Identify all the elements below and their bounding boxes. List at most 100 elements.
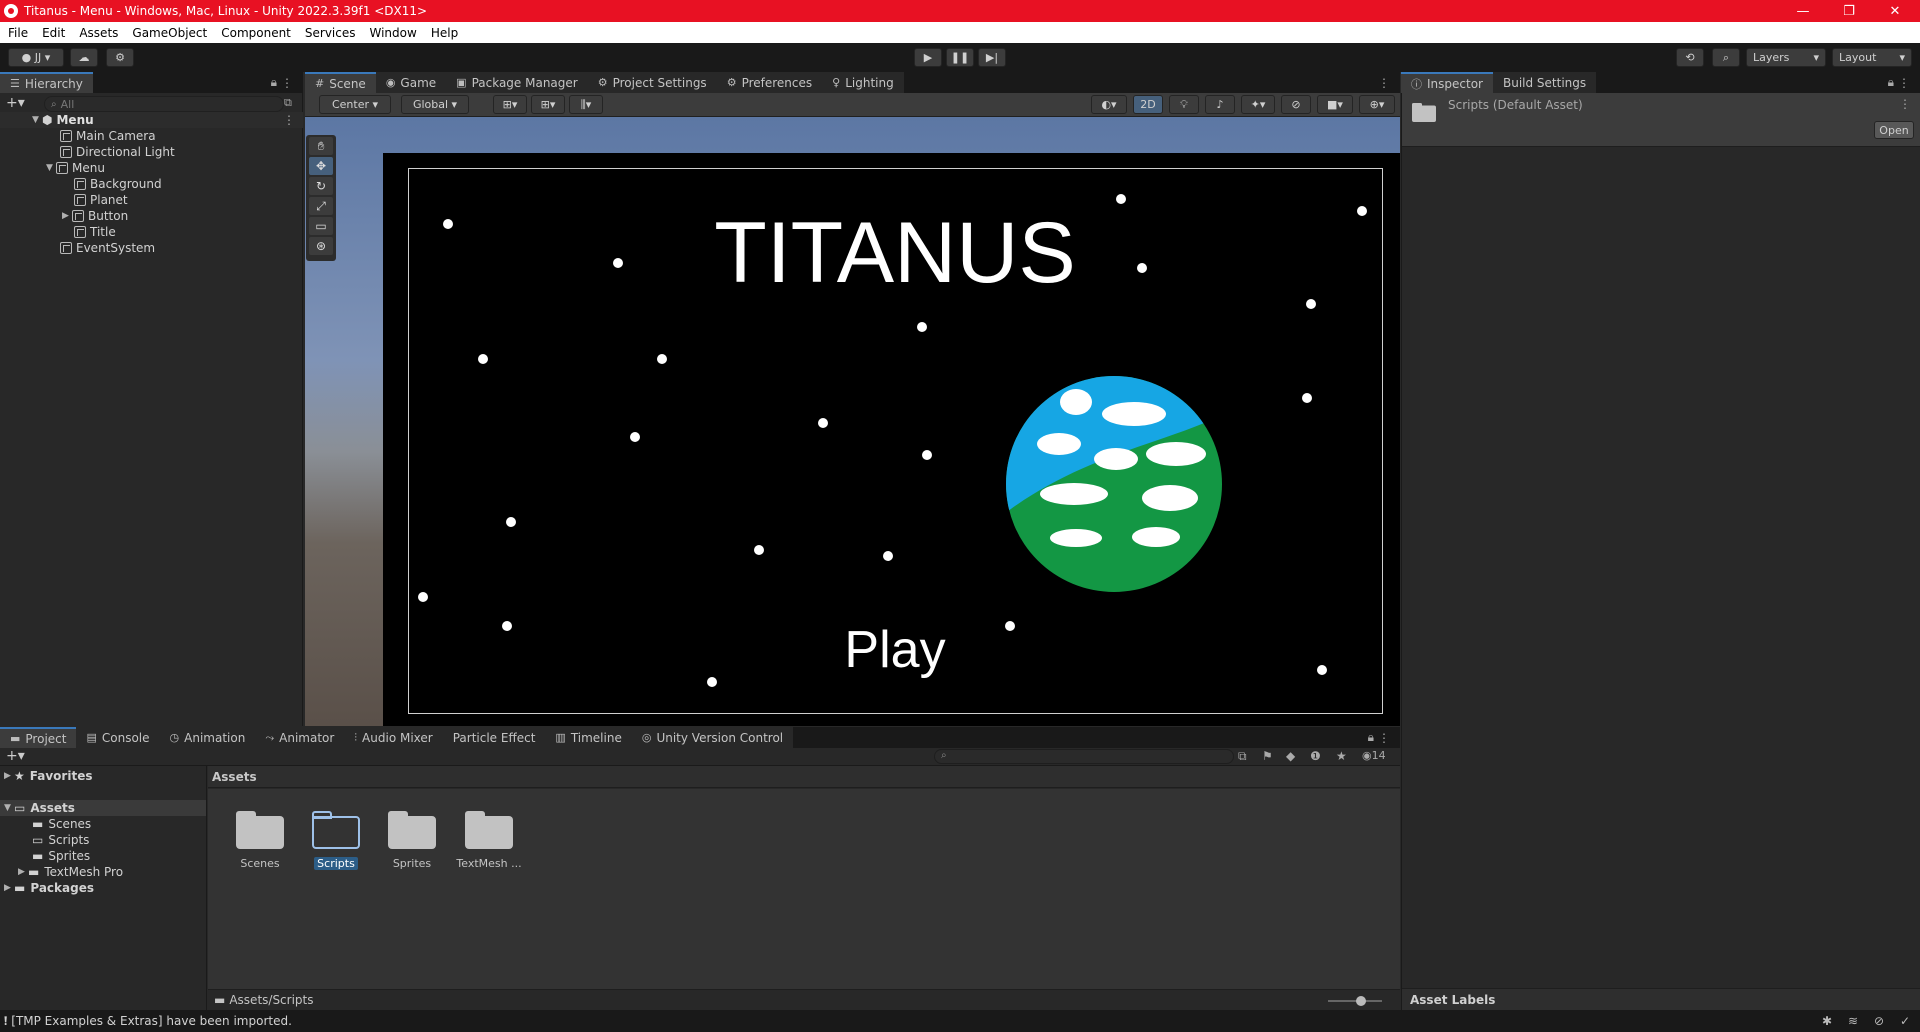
bug-icon[interactable]: ✱ — [1822, 1014, 1832, 1028]
history-icon[interactable]: ⟲ — [1676, 48, 1704, 67]
camera-settings-icon[interactable]: ■▾ — [1317, 95, 1353, 114]
visibility-toggle-icon[interactable]: ⊘ — [1281, 95, 1311, 114]
hierarchy-item-main-camera[interactable]: Main Camera — [60, 128, 156, 144]
cache-icon[interactable]: ≋ — [1848, 1014, 1858, 1028]
lock-icon[interactable]: 🔒︎ — [271, 75, 277, 90]
toggle-2d-button[interactable]: 2D — [1133, 95, 1163, 114]
kebab-menu-icon[interactable]: ⋮ — [1378, 76, 1390, 90]
asset-labels-section[interactable]: Asset Labels — [1402, 988, 1920, 1010]
tab-hierarchy[interactable]: ☰ Hierarchy — [0, 72, 93, 93]
menu-edit[interactable]: Edit — [42, 26, 65, 40]
grid-toggle-button[interactable]: ⊞▾ — [531, 95, 565, 114]
warning-icon[interactable]: ❶ — [1310, 749, 1321, 763]
lock-icon[interactable]: 🔒︎ — [1888, 75, 1894, 90]
tab-timeline[interactable]: ▥ Timeline — [545, 727, 632, 748]
menu-services[interactable]: Services — [305, 26, 356, 40]
hand-tool-icon[interactable]: ✋︎ — [309, 137, 333, 155]
grid-snap-button[interactable]: ⊞▾ — [493, 95, 527, 114]
layout-dropdown[interactable]: Layout ▾ — [1832, 48, 1912, 67]
kebab-menu-icon[interactable]: ⋮ — [281, 76, 293, 90]
audio-toggle-icon[interactable]: ♪ — [1205, 95, 1235, 114]
play-button-text[interactable]: Play — [820, 620, 970, 680]
rotate-tool-icon[interactable]: ↻ — [309, 177, 333, 195]
layers-dropdown[interactable]: Layers ▾ — [1746, 48, 1826, 67]
lock-icon[interactable]: 🔒︎ — [1368, 730, 1374, 745]
tab-animation[interactable]: ◷ Animation — [159, 727, 256, 748]
tab-scene[interactable]: # Scene — [305, 72, 376, 93]
menu-window[interactable]: Window — [370, 26, 417, 40]
filter-type-icon[interactable]: ⚑ — [1262, 749, 1273, 763]
shading-mode-button[interactable]: ◐▾ — [1091, 95, 1127, 114]
kebab-menu-icon[interactable]: ⋮ — [1899, 97, 1911, 111]
project-search-input[interactable]: ⌕ — [934, 749, 1234, 764]
tab-project[interactable]: ▬ Project — [0, 727, 77, 748]
folder-row-scripts[interactable]: ▭ Scripts — [32, 832, 89, 848]
checkmark-icon[interactable]: ✓ — [1900, 1014, 1910, 1028]
filter-icon[interactable]: ⧉ — [284, 96, 292, 110]
favorites-row[interactable]: ▶ ★ Favorites — [4, 768, 92, 784]
asset-folder-sprites[interactable]: Sprites — [380, 811, 444, 870]
open-button[interactable]: Open — [1874, 121, 1914, 139]
account-dropdown[interactable]: ● JJ ▾ — [8, 48, 64, 67]
hierarchy-item-menu[interactable]: ▼ Menu — [46, 160, 105, 176]
add-plus-icon[interactable]: +▾ — [6, 95, 25, 111]
kebab-menu-icon[interactable]: ⋮ — [283, 113, 295, 127]
hidden-packages-count[interactable]: ◉14 — [1362, 749, 1386, 762]
tab-build-settings[interactable]: Build Settings — [1492, 72, 1597, 93]
effects-toggle-icon[interactable]: ✦▾ — [1241, 95, 1275, 114]
kebab-menu-icon[interactable]: ⋮ — [1378, 731, 1390, 745]
label-icon[interactable]: ◆ — [1286, 749, 1295, 763]
star-icon[interactable]: ★ — [1336, 749, 1347, 763]
folder-row-textmesh-pro[interactable]: ▶ ▬ TextMesh Pro — [18, 864, 123, 880]
tab-unity-version-control[interactable]: ◎ Unity Version Control — [631, 727, 794, 748]
restore-button[interactable]: ❐ — [1826, 0, 1872, 22]
kebab-menu-icon[interactable]: ⋮ — [1898, 76, 1910, 90]
folder-row-scenes[interactable]: ▬ Scenes — [32, 816, 91, 832]
tab-particle-effect[interactable]: Particle Effect — [442, 727, 546, 748]
asset-folder-scenes[interactable]: Scenes — [228, 811, 292, 870]
hierarchy-item-directional-light[interactable]: Directional Light — [60, 144, 175, 160]
menu-gameobject[interactable]: GameObject — [132, 26, 207, 40]
close-button[interactable]: ✕ — [1872, 0, 1918, 22]
asset-folder-scripts[interactable]: Scripts — [304, 811, 368, 870]
folder-row-sprites[interactable]: ▬ Sprites — [32, 848, 90, 864]
play-button[interactable]: ▶ — [914, 48, 942, 67]
step-button[interactable]: ▶| — [978, 48, 1006, 67]
tab-animator[interactable]: ⤳ Animator — [255, 727, 345, 748]
hierarchy-search-input[interactable]: ⌕ All — [44, 96, 284, 112]
increment-snap-button[interactable]: ⫼▾ — [569, 95, 603, 114]
menu-assets[interactable]: Assets — [79, 26, 118, 40]
tab-project-settings[interactable]: ⚙ Project Settings — [587, 72, 717, 93]
assets-row[interactable]: ▼ ▭ Assets — [0, 800, 206, 816]
space-dropdown[interactable]: Global ▾ — [401, 95, 469, 114]
status-message[interactable]: [TMP Examples & Extras] have been import… — [11, 1014, 292, 1028]
tab-game[interactable]: ◉ Game — [375, 72, 447, 93]
search-icon[interactable]: ⌕ — [1712, 48, 1740, 67]
add-plus-icon[interactable]: +▾ — [6, 748, 25, 764]
hierarchy-item-planet[interactable]: Planet — [74, 192, 128, 208]
tab-audio-mixer[interactable]: ⫶ Audio Mixer — [344, 727, 443, 748]
search-by-type-icon[interactable]: ⧉ — [1238, 749, 1247, 764]
move-tool-icon[interactable]: ✥ — [309, 157, 333, 175]
menu-component[interactable]: Component — [221, 26, 291, 40]
hierarchy-item-title[interactable]: Title — [74, 224, 116, 240]
zoom-slider-handle[interactable] — [1356, 996, 1366, 1006]
cloud-icon[interactable]: ☁ — [70, 48, 98, 67]
scale-tool-icon[interactable]: ⤢ — [309, 197, 333, 215]
zoom-slider-track[interactable] — [1328, 1000, 1382, 1002]
hierarchy-item-eventsystem[interactable]: EventSystem — [60, 240, 155, 256]
transform-tool-icon[interactable]: ⊛ — [309, 237, 333, 255]
menu-file[interactable]: File — [8, 26, 28, 40]
tab-inspector[interactable]: ⓘ Inspector — [1401, 72, 1493, 93]
hierarchy-item-button[interactable]: ▶ Button — [62, 208, 128, 224]
tab-lighting[interactable]: ♀ Lighting — [822, 72, 904, 93]
collab-icon[interactable]: ⚙ — [106, 48, 134, 67]
tab-package-manager[interactable]: ▣ Package Manager — [446, 72, 588, 93]
packages-row[interactable]: ▶ ▬ Packages — [4, 880, 94, 896]
menu-help[interactable]: Help — [431, 26, 458, 40]
scene-row[interactable]: ▼ ⬢ Menu ⋮ — [0, 112, 303, 128]
lighting-toggle-icon[interactable]: 💡︎ — [1169, 95, 1199, 114]
auto-generate-icon[interactable]: ⊘ — [1874, 1014, 1884, 1028]
pause-button[interactable]: ❚❚ — [946, 48, 974, 67]
tab-console[interactable]: ▤ Console — [76, 727, 160, 748]
